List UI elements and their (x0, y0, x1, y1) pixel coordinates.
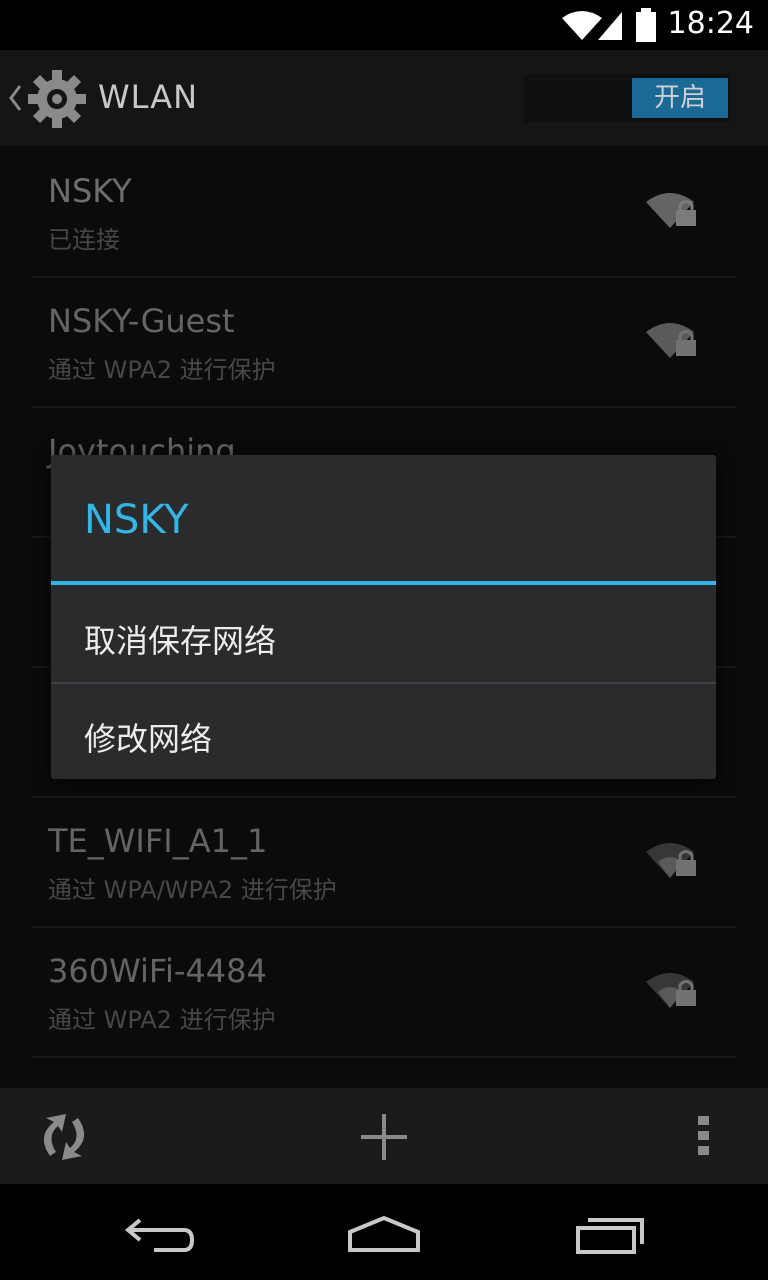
status-bar: 18:24 (0, 0, 768, 50)
status-time: 18:24 (667, 6, 754, 41)
menu-item-label: 修改网络 (84, 720, 213, 758)
back-icon[interactable] (124, 1214, 196, 1254)
app-bar: WLAN 开启 (0, 50, 768, 146)
home-icon[interactable] (346, 1214, 422, 1254)
menu-item-label: 取消保存网络 (84, 622, 277, 660)
status-icons (562, 8, 656, 42)
navigation-bar (0, 1184, 768, 1280)
wps-icon[interactable] (36, 1112, 92, 1162)
overflow-menu-icon[interactable] (696, 1114, 712, 1158)
add-icon[interactable] (359, 1112, 409, 1162)
network-context-dialog: NSKY 取消保存网络 修改网络 (51, 455, 716, 779)
up-chevron-icon[interactable] (8, 84, 22, 112)
battery-icon (636, 8, 656, 42)
dialog-title: NSKY (84, 497, 189, 543)
bottom-action-bar (0, 1088, 768, 1184)
forget-network-item[interactable]: 取消保存网络 (51, 586, 716, 682)
recents-icon[interactable] (574, 1214, 646, 1256)
toggle-on-label: 开启 (632, 78, 728, 118)
app-title: WLAN (98, 78, 199, 116)
dialog-title-divider (51, 581, 716, 585)
settings-gear-icon[interactable] (26, 68, 88, 130)
wlan-toggle[interactable]: 开启 (524, 74, 730, 122)
wifi-signal-icon (562, 11, 602, 40)
modify-network-item[interactable]: 修改网络 (51, 684, 716, 780)
cell-signal-icon (598, 12, 622, 40)
